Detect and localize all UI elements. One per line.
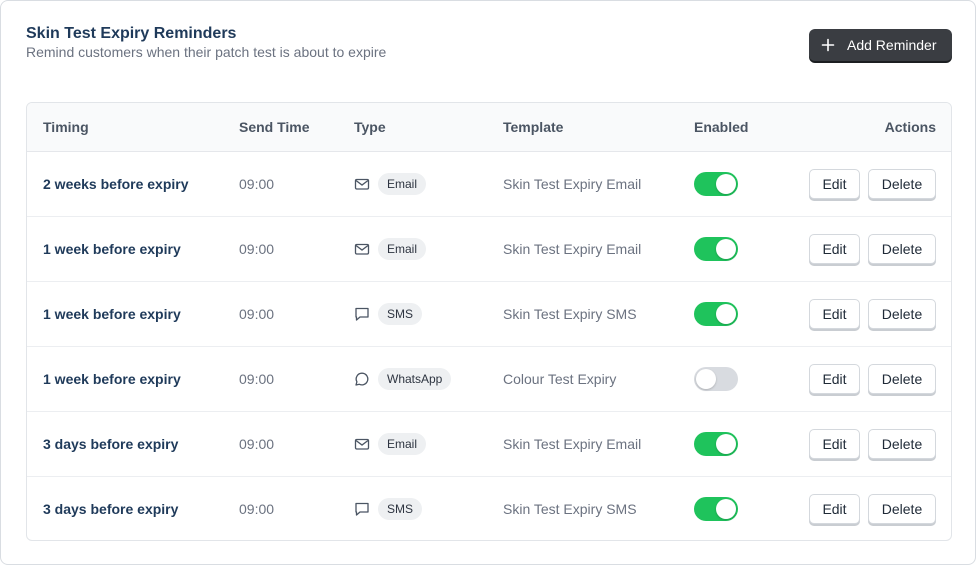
column-header-enabled: Enabled [694, 119, 749, 135]
template-cell: Colour Test Expiry [503, 371, 617, 387]
delete-button[interactable]: Delete [868, 169, 936, 199]
column-header-template: Template [503, 119, 564, 135]
mail-icon [354, 176, 370, 192]
send-time-cell: 09:00 [239, 241, 275, 257]
send-time-cell: 09:00 [239, 176, 275, 192]
type-badge: SMS [378, 498, 423, 520]
edit-button[interactable]: Edit [809, 234, 860, 264]
enabled-toggle[interactable] [694, 367, 738, 391]
edit-button[interactable]: Edit [809, 429, 860, 459]
type-badge: Email [378, 238, 427, 260]
enabled-toggle[interactable] [694, 497, 738, 521]
type-cell: Email [354, 217, 427, 281]
toggle-knob [716, 174, 736, 194]
message-square-icon [354, 306, 370, 322]
actions-cell: Edit Delete [809, 412, 936, 476]
edit-button[interactable]: Edit [809, 169, 860, 199]
column-header-timing: Timing [43, 119, 89, 135]
toggle-knob [716, 434, 736, 454]
type-cell: SMS [354, 282, 423, 346]
enabled-cell [694, 217, 738, 281]
actions-cell: Edit Delete [809, 152, 936, 216]
actions-cell: Edit Delete [809, 282, 936, 346]
type-badge: WhatsApp [378, 368, 452, 390]
column-header-actions: Actions [884, 119, 936, 135]
mail-icon [354, 241, 370, 257]
reminders-card: Skin Test Expiry Reminders Remind custom… [0, 0, 976, 565]
delete-button[interactable]: Delete [868, 299, 936, 329]
column-header-type: Type [354, 119, 386, 135]
toggle-knob [716, 499, 736, 519]
table-row: 3 days before expiry 09:00 Email Skin Te… [27, 412, 951, 477]
enabled-cell [694, 282, 738, 346]
timing-cell: 3 days before expiry [43, 501, 179, 517]
timing-cell: 2 weeks before expiry [43, 176, 189, 192]
delete-button[interactable]: Delete [868, 364, 936, 394]
edit-button[interactable]: Edit [809, 364, 860, 394]
send-time-cell: 09:00 [239, 371, 275, 387]
delete-button[interactable]: Delete [868, 494, 936, 524]
type-badge: Email [378, 433, 427, 455]
actions-cell: Edit Delete [809, 217, 936, 281]
message-circle-icon [354, 371, 370, 387]
mail-icon [354, 436, 370, 452]
table-row: 2 weeks before expiry 09:00 Email Skin T… [27, 152, 951, 217]
enabled-cell [694, 477, 738, 540]
send-time-cell: 09:00 [239, 501, 275, 517]
add-reminder-label: Add Reminder [847, 37, 937, 53]
timing-cell: 3 days before expiry [43, 436, 179, 452]
table-header: Timing Send Time Type Template Enabled A… [27, 103, 951, 152]
template-cell: Skin Test Expiry Email [503, 241, 642, 257]
message-square-icon [354, 501, 370, 517]
table-row: 1 week before expiry 09:00 Email Skin Te… [27, 217, 951, 282]
timing-cell: 1 week before expiry [43, 241, 181, 257]
type-cell: Email [354, 412, 427, 476]
template-cell: Skin Test Expiry SMS [503, 501, 637, 517]
delete-button[interactable]: Delete [868, 234, 936, 264]
enabled-toggle[interactable] [694, 237, 738, 261]
column-header-send-time: Send Time [239, 119, 310, 135]
card-header: Skin Test Expiry Reminders Remind custom… [26, 25, 952, 65]
enabled-cell [694, 152, 738, 216]
table-row: 3 days before expiry 09:00 SMS Skin Test… [27, 477, 951, 540]
table-row: 1 week before expiry 09:00 WhatsApp Colo… [27, 347, 951, 412]
type-badge: Email [378, 173, 427, 195]
toggle-knob [716, 239, 736, 259]
template-cell: Skin Test Expiry SMS [503, 306, 637, 322]
timing-cell: 1 week before expiry [43, 306, 181, 322]
send-time-cell: 09:00 [239, 436, 275, 452]
template-cell: Skin Test Expiry Email [503, 176, 642, 192]
send-time-cell: 09:00 [239, 306, 275, 322]
enabled-toggle[interactable] [694, 172, 738, 196]
enabled-cell [694, 412, 738, 476]
table-row: 1 week before expiry 09:00 SMS Skin Test… [27, 282, 951, 347]
type-cell: Email [354, 152, 427, 216]
toggle-knob [716, 304, 736, 324]
actions-cell: Edit Delete [809, 347, 936, 411]
edit-button[interactable]: Edit [809, 299, 860, 329]
enabled-toggle[interactable] [694, 432, 738, 456]
edit-button[interactable]: Edit [809, 494, 860, 524]
table-body: 2 weeks before expiry 09:00 Email Skin T… [27, 152, 951, 540]
reminders-table: Timing Send Time Type Template Enabled A… [26, 102, 952, 541]
delete-button[interactable]: Delete [868, 429, 936, 459]
add-reminder-button[interactable]: Add Reminder [809, 29, 952, 61]
plus-icon [821, 38, 835, 52]
template-cell: Skin Test Expiry Email [503, 436, 642, 452]
timing-cell: 1 week before expiry [43, 371, 181, 387]
toggle-knob [696, 369, 716, 389]
enabled-cell [694, 347, 738, 411]
type-cell: WhatsApp [354, 347, 452, 411]
actions-cell: Edit Delete [809, 477, 936, 540]
enabled-toggle[interactable] [694, 302, 738, 326]
type-badge: SMS [378, 303, 423, 325]
type-cell: SMS [354, 477, 423, 540]
